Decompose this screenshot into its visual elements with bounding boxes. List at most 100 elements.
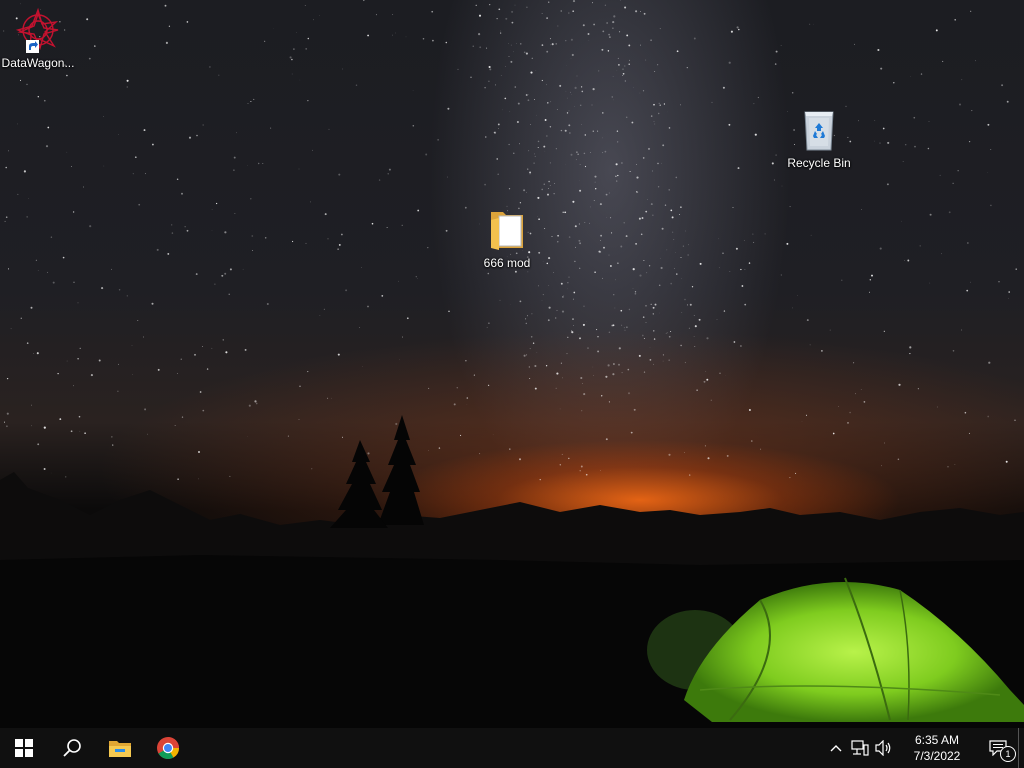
star	[337, 248, 339, 250]
star	[662, 144, 665, 147]
star	[583, 152, 586, 155]
star	[559, 84, 562, 87]
star	[437, 139, 439, 141]
star	[703, 380, 706, 383]
star	[341, 436, 344, 438]
star	[605, 193, 608, 196]
star	[583, 393, 586, 396]
search-button[interactable]	[48, 728, 96, 768]
star	[603, 246, 605, 249]
action-center-button[interactable]: 1	[978, 728, 1018, 768]
star	[579, 104, 582, 107]
star	[574, 260, 576, 263]
star	[676, 273, 678, 275]
show-hidden-icons-button[interactable]	[824, 728, 848, 768]
star	[659, 104, 661, 106]
star	[564, 129, 567, 132]
star	[529, 348, 531, 350]
star	[560, 129, 563, 132]
clock[interactable]: 6:35 AM 7/3/2022	[896, 732, 978, 764]
volume-button[interactable]	[872, 728, 896, 768]
star	[188, 136, 192, 139]
star	[625, 235, 628, 238]
star	[666, 332, 668, 334]
star	[70, 430, 73, 433]
star	[527, 271, 529, 273]
star	[838, 406, 839, 407]
star	[624, 65, 626, 67]
star	[689, 474, 691, 476]
desktop-icon-datawagon[interactable]: DataWagon...	[0, 6, 76, 70]
star	[594, 175, 597, 178]
star	[111, 268, 112, 270]
star	[597, 350, 600, 353]
desktop-icon-666-mod-folder[interactable]: 666 mod	[469, 206, 545, 270]
star	[541, 44, 544, 46]
star	[572, 318, 574, 320]
star	[534, 155, 536, 157]
star	[792, 307, 793, 309]
star	[760, 448, 762, 450]
star	[126, 295, 128, 297]
star	[615, 279, 616, 281]
star	[871, 274, 873, 277]
star	[614, 307, 616, 309]
star	[37, 270, 39, 271]
star	[45, 145, 49, 148]
star	[548, 180, 550, 183]
star	[643, 260, 645, 262]
star	[26, 216, 28, 218]
star	[668, 359, 670, 361]
star	[250, 101, 252, 102]
star	[242, 268, 244, 270]
star	[523, 189, 526, 192]
star	[525, 52, 528, 55]
star	[236, 132, 237, 134]
star	[448, 310, 450, 313]
star	[229, 475, 231, 477]
star	[752, 233, 754, 235]
star	[547, 188, 549, 189]
star	[572, 0, 576, 3]
star	[17, 193, 19, 195]
star	[616, 130, 619, 132]
star	[610, 217, 612, 219]
star	[456, 387, 458, 389]
star	[650, 203, 653, 206]
desktop[interactable]: DataWagon... Recycle Bin 666 mod	[0, 0, 1024, 728]
system-tray: 6:35 AM 7/3/2022 1	[824, 728, 1024, 768]
star	[737, 167, 740, 170]
star	[627, 392, 631, 395]
star	[514, 270, 517, 273]
star	[791, 92, 794, 94]
star	[432, 39, 434, 42]
star	[639, 11, 641, 12]
show-desktop-button[interactable]	[1018, 728, 1024, 768]
star	[427, 247, 429, 249]
star	[7, 268, 10, 270]
file-explorer-button[interactable]	[96, 728, 144, 768]
chrome-button[interactable]	[144, 728, 192, 768]
star	[780, 274, 782, 276]
star	[643, 337, 645, 340]
star	[43, 468, 46, 470]
star	[641, 334, 644, 337]
desktop-icon-recycle-bin[interactable]: Recycle Bin	[781, 106, 857, 170]
star	[548, 284, 550, 286]
star	[387, 173, 389, 175]
star	[293, 48, 295, 50]
star	[561, 310, 565, 313]
star	[639, 92, 641, 94]
star	[648, 265, 651, 267]
star	[519, 300, 522, 303]
star	[534, 364, 537, 368]
star	[578, 223, 580, 225]
windows-logo-icon	[15, 739, 33, 757]
star	[244, 348, 247, 351]
start-button[interactable]	[0, 728, 48, 768]
star	[579, 267, 581, 269]
star	[560, 282, 563, 285]
star	[206, 368, 209, 370]
star	[528, 366, 530, 368]
network-button[interactable]	[848, 728, 872, 768]
